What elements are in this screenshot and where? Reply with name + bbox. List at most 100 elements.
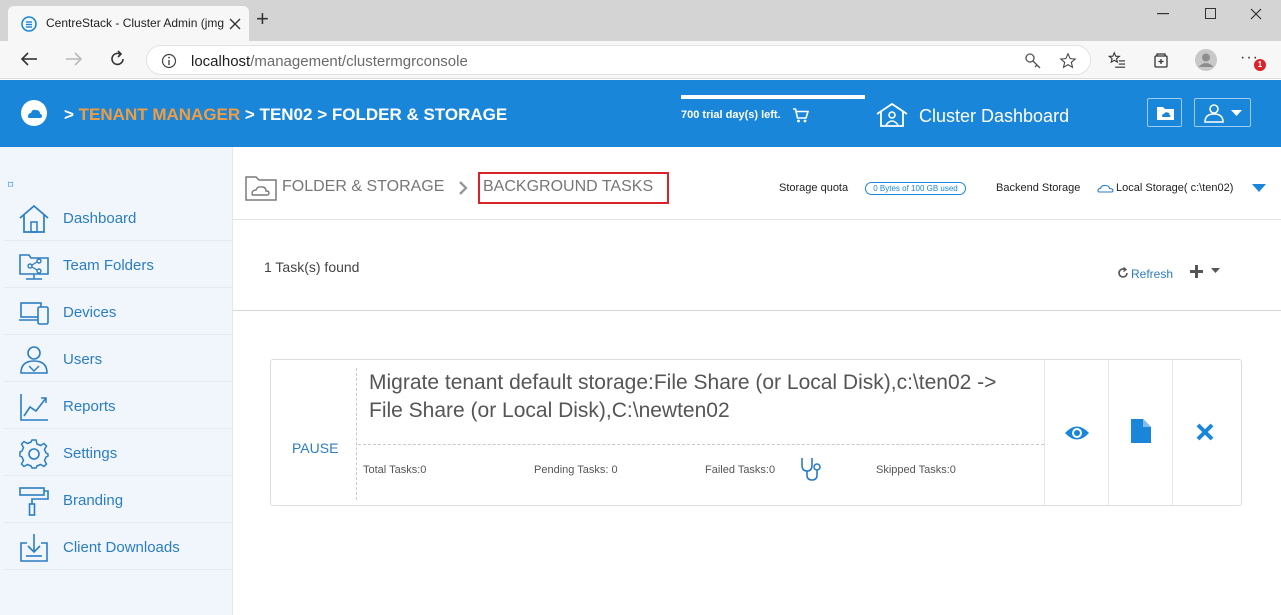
card-divider bbox=[356, 368, 357, 500]
sidebar-item-label: Settings bbox=[63, 445, 118, 462]
favorite-star-icon[interactable] bbox=[1059, 52, 1077, 70]
sidebar-item-dashboard[interactable]: Dashboard bbox=[4, 195, 233, 241]
sidebar-item-label: Dashboard bbox=[63, 210, 137, 227]
tasks-found-count: 1 Task(s) found bbox=[264, 259, 360, 275]
crumb-tenant-manager[interactable]: TENANT MANAGER bbox=[79, 105, 241, 124]
notification-badge: 1 bbox=[1254, 59, 1266, 71]
sidebar-item-settings[interactable]: Settings bbox=[4, 430, 233, 476]
refresh-icon[interactable] bbox=[1117, 267, 1129, 279]
sidebar-item-users[interactable]: Users bbox=[4, 336, 233, 382]
browser-toolbar: localhost/management/clustermgrconsole ·… bbox=[0, 41, 1281, 79]
team-folder-icon bbox=[19, 254, 49, 280]
sidebar-item-devices[interactable]: Devices bbox=[4, 289, 233, 335]
url-text: localhost/management/clustermgrconsole bbox=[191, 53, 468, 70]
sidebar-item-client-downloads[interactable]: Client Downloads bbox=[4, 524, 233, 570]
view-task-button[interactable] bbox=[1044, 360, 1108, 505]
download-icon bbox=[20, 534, 48, 562]
crumb-folder-storage: > FOLDER & STORAGE bbox=[317, 105, 508, 124]
backend-storage-dropdown-icon[interactable] bbox=[1252, 184, 1266, 193]
refresh-button[interactable]: Refresh bbox=[1131, 267, 1173, 281]
cloud-folder-icon bbox=[245, 176, 277, 201]
breadcrumb-background-tasks: BACKGROUND TASKS bbox=[483, 178, 654, 195]
profile-avatar-icon[interactable] bbox=[1194, 48, 1218, 72]
breadcrumb-chevron-icon bbox=[459, 181, 468, 195]
task-title: Migrate tenant default storage:File Shar… bbox=[369, 371, 997, 422]
add-task-button[interactable] bbox=[1189, 262, 1221, 282]
sidebar-item-label: Devices bbox=[63, 304, 117, 321]
chevron-down-icon bbox=[1211, 268, 1220, 273]
delete-task-button[interactable] bbox=[1172, 360, 1236, 505]
crumb-prefix: > bbox=[64, 105, 74, 124]
users-icon bbox=[20, 346, 48, 374]
user-menu-button[interactable] bbox=[1194, 98, 1251, 127]
sidebar-item-label: Branding bbox=[63, 492, 124, 509]
pause-button[interactable]: PAUSE bbox=[292, 440, 338, 456]
sidebar-item-label: Team Folders bbox=[63, 257, 154, 274]
back-icon[interactable] bbox=[20, 51, 38, 67]
crumb-ten02[interactable]: > TEN02 bbox=[245, 105, 313, 124]
trial-days-text[interactable]: 700 trial day(s) left. bbox=[681, 109, 781, 121]
app-header: > TENANT MANAGER > TEN02 > FOLDER & STOR… bbox=[0, 80, 1281, 147]
home-icon bbox=[19, 204, 49, 233]
reports-icon bbox=[20, 394, 48, 421]
tab-title: CentreStack - Cluster Admin (jmg bbox=[46, 16, 224, 30]
user-icon bbox=[1204, 104, 1224, 123]
stethoscope-icon[interactable] bbox=[799, 456, 823, 482]
eye-icon bbox=[1065, 426, 1089, 440]
sidebar-item-label: Reports bbox=[63, 398, 116, 415]
task-log-button[interactable] bbox=[1108, 360, 1172, 505]
list-divider bbox=[233, 310, 1281, 311]
sidebar-collapse-toggle[interactable]: ⌑ bbox=[8, 180, 13, 191]
info-icon[interactable] bbox=[161, 53, 177, 69]
cluster-home-icon[interactable] bbox=[876, 102, 908, 128]
url-bar[interactable]: localhost/management/clustermgrconsole bbox=[146, 45, 1091, 75]
close-window-icon[interactable] bbox=[1250, 8, 1262, 20]
paint-roller-icon bbox=[19, 487, 49, 516]
background-task-card: PAUSE Migrate tenant default storage:Fil… bbox=[270, 359, 1242, 506]
sidebar: ⌑ Dashboard Team Folders Devices Users R… bbox=[0, 147, 233, 615]
favorites-list-icon[interactable] bbox=[1108, 51, 1126, 69]
backend-storage-label: Backend Storage bbox=[996, 182, 1081, 194]
maximize-icon[interactable] bbox=[1205, 8, 1217, 20]
url-path: /management/clustermgrconsole bbox=[250, 53, 468, 70]
breadcrumb-folder-storage[interactable]: FOLDER & STORAGE bbox=[282, 178, 444, 196]
close-icon bbox=[1196, 423, 1214, 441]
sidebar-item-branding[interactable]: Branding bbox=[4, 477, 233, 523]
trial-progress-bar bbox=[681, 95, 865, 99]
forward-icon[interactable] bbox=[65, 51, 83, 67]
sidebar-item-team-folders[interactable]: Team Folders bbox=[4, 242, 233, 288]
chevron-down-icon bbox=[1231, 110, 1242, 116]
minimize-icon[interactable] bbox=[1157, 13, 1171, 15]
folder-button[interactable] bbox=[1147, 98, 1182, 127]
cloud-folder-icon bbox=[1157, 107, 1174, 120]
cart-icon[interactable] bbox=[792, 108, 809, 123]
content-divider bbox=[233, 219, 1281, 220]
site-favicon-icon bbox=[21, 16, 37, 32]
sidebar-item-reports[interactable]: Reports bbox=[4, 383, 233, 429]
reload-icon[interactable] bbox=[109, 50, 127, 68]
storage-quota-label: Storage quota bbox=[779, 182, 849, 194]
sidebar-item-label: Users bbox=[63, 351, 103, 368]
app-logo-icon[interactable] bbox=[20, 99, 48, 127]
browser-tab-bar: CentreStack - Cluster Admin (jmg + bbox=[0, 0, 1281, 41]
devices-icon bbox=[19, 302, 49, 325]
plus-icon bbox=[1190, 265, 1203, 278]
key-icon[interactable] bbox=[1024, 52, 1042, 70]
browser-tab[interactable]: CentreStack - Cluster Admin (jmg bbox=[8, 6, 249, 41]
backend-storage-value[interactable]: Local Storage( c:\ten02) bbox=[1116, 182, 1233, 194]
gear-icon bbox=[19, 439, 49, 469]
cluster-dashboard-link[interactable]: Cluster Dashboard bbox=[919, 106, 1069, 127]
collections-icon[interactable] bbox=[1152, 51, 1170, 69]
close-tab-icon[interactable] bbox=[229, 18, 241, 30]
total-tasks-stat: Total Tasks:0 bbox=[363, 464, 427, 476]
header-breadcrumb: > TENANT MANAGER > TEN02 > FOLDER & STOR… bbox=[64, 105, 507, 125]
url-host: localhost bbox=[191, 53, 251, 70]
card-divider bbox=[358, 444, 1044, 445]
pending-tasks-stat: Pending Tasks: 0 bbox=[534, 464, 618, 476]
sidebar-item-label: Client Downloads bbox=[63, 539, 180, 556]
failed-tasks-stat: Failed Tasks:0 bbox=[705, 464, 776, 476]
storage-quota-badge: 0 Bytes of 100 GB used bbox=[865, 182, 966, 195]
new-tab-button[interactable]: + bbox=[256, 8, 269, 30]
skipped-tasks-stat: Skipped Tasks:0 bbox=[876, 464, 956, 476]
cloud-icon bbox=[1097, 184, 1114, 193]
